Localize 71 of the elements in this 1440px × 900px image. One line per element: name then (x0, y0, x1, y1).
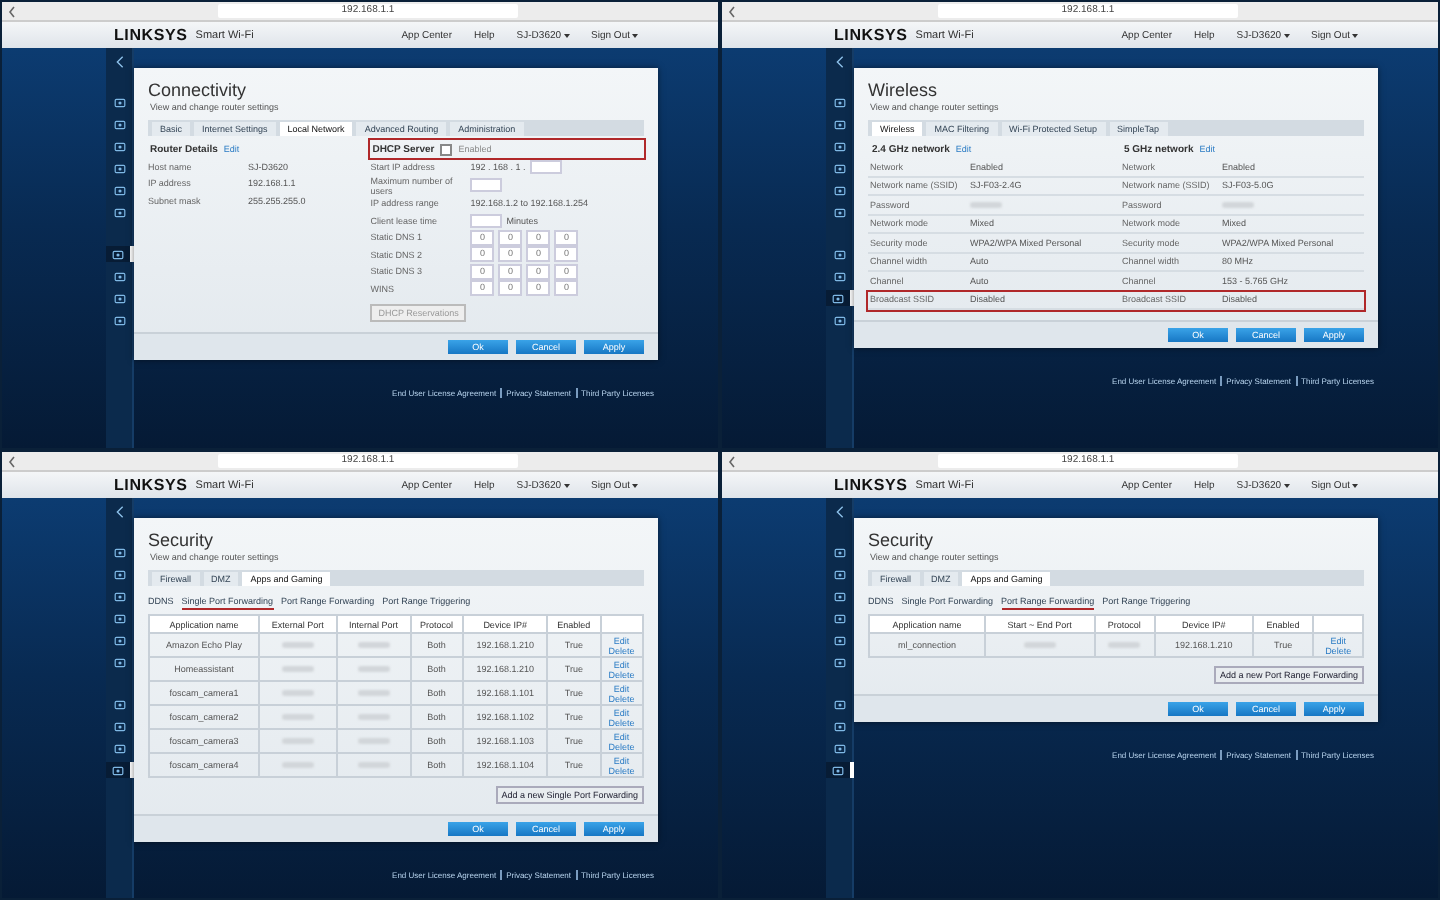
dialog-title: Connectivity (146, 78, 249, 100)
screen-icon (111, 249, 123, 259)
caret-icon (1352, 483, 1358, 487)
screen-icon (833, 743, 845, 753)
screen-icon (113, 293, 125, 303)
screen-icon (833, 721, 845, 731)
screen-icon (831, 293, 843, 303)
collapse-icon[interactable] (835, 56, 843, 68)
screen-icon (833, 591, 845, 601)
sidebar-item[interactable] (105, 762, 133, 778)
screen-icon (111, 765, 123, 775)
caret-icon (563, 483, 570, 487)
screen-icon (113, 699, 125, 709)
screen-icon (833, 547, 845, 557)
collapse-icon[interactable] (115, 506, 123, 518)
screen-icon (833, 141, 845, 151)
screen-icon (113, 207, 125, 217)
caret-icon (632, 483, 638, 487)
sidebar-item[interactable] (825, 762, 853, 778)
caret-icon (1283, 33, 1290, 37)
screen-icon (113, 271, 125, 281)
brand-logo: LINKSYS (834, 476, 908, 494)
screen-icon (833, 119, 845, 129)
brand-logo: LINKSYS (114, 476, 188, 494)
screen-icon (833, 207, 845, 217)
screen-icon (833, 699, 845, 709)
sidebar-item[interactable] (825, 290, 853, 306)
dialog-title: Security (146, 528, 216, 550)
screen-icon (113, 163, 125, 173)
caret-icon (1283, 483, 1290, 487)
screen-icon (113, 721, 125, 731)
screen-icon (113, 569, 125, 579)
brand-logo: LINKSYS (834, 26, 908, 44)
screen-icon (113, 315, 125, 325)
screen-icon (113, 185, 125, 195)
screen-icon (113, 635, 125, 645)
caret-icon (1352, 33, 1358, 37)
screen-icon (833, 315, 845, 325)
dialog-title: Security (866, 528, 936, 550)
screen-icon (113, 657, 125, 667)
back-icon[interactable] (728, 5, 736, 17)
screen-icon (833, 657, 845, 667)
checkbox[interactable] (440, 143, 453, 155)
back-icon[interactable] (728, 455, 736, 467)
input-field[interactable] (470, 178, 503, 192)
screen-icon (833, 185, 845, 195)
screen-icon (833, 271, 845, 281)
screen-icon (833, 613, 845, 623)
screen-icon (113, 743, 125, 753)
screen-icon (113, 141, 125, 151)
back-icon[interactable] (8, 5, 16, 17)
screen-icon (113, 97, 125, 107)
caret-icon (563, 33, 570, 37)
screen-icon (113, 547, 125, 557)
back-icon[interactable] (8, 455, 16, 467)
screen-icon (833, 569, 845, 579)
screen-icon (833, 97, 845, 107)
screen-icon (113, 591, 125, 601)
dialog-title: Wireless (866, 78, 940, 100)
caret-icon (632, 33, 638, 37)
screen-icon (113, 119, 125, 129)
brand-logo: LINKSYS (114, 26, 188, 44)
screen-icon (833, 163, 845, 173)
screen-icon (113, 613, 125, 623)
collapse-icon[interactable] (835, 506, 843, 518)
screen-icon (833, 635, 845, 645)
screen-icon (833, 249, 845, 259)
screen-icon (831, 765, 843, 775)
sidebar-item[interactable] (105, 246, 133, 262)
input-field[interactable] (470, 213, 503, 228)
collapse-icon[interactable] (115, 56, 123, 68)
